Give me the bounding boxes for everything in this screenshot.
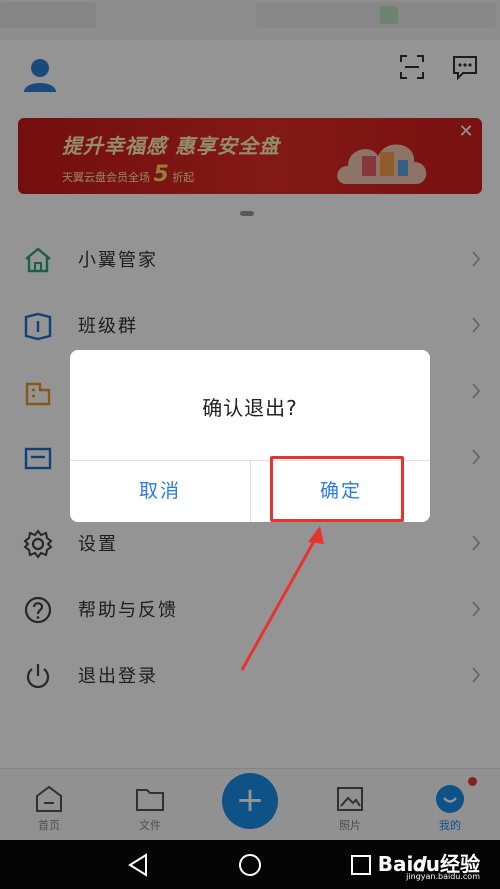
cancel-button[interactable]: 取消 [70, 461, 250, 522]
watermark-url: jingyan.baidu.com [406, 872, 480, 881]
dialog-title: 确认退出? [202, 396, 298, 420]
back-icon[interactable] [124, 850, 154, 880]
annotation-arrow [240, 526, 324, 671]
system-nav-bar: Bai𝒅u经验 jingyan.baidu.com [0, 840, 500, 889]
home-circle-icon[interactable] [235, 850, 265, 880]
recent-apps-icon[interactable] [346, 850, 376, 880]
annotation-highlight-box [270, 456, 404, 522]
